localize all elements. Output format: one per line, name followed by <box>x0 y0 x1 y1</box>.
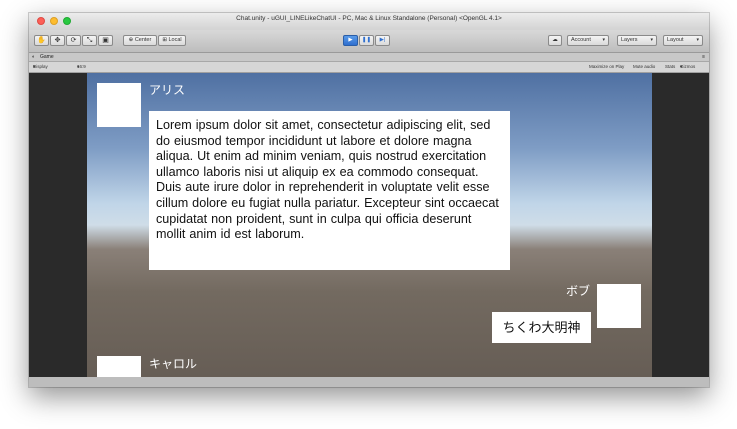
chat-canvas: アリス Lorem ipsum dolor sit amet, consecte… <box>87 73 652 377</box>
layout-dropdown[interactable]: Layout ▾ <box>663 35 703 46</box>
hand-tool-button[interactable]: ✋ <box>34 35 49 46</box>
step-button[interactable]: ▶| <box>375 35 390 46</box>
scale-icon: ⤡ <box>86 37 93 44</box>
unity-editor-window: Chat.unity - uGUI_LINELikeChatUI - PC, M… <box>29 13 709 387</box>
chevron-down-icon: ▾ <box>696 37 699 43</box>
rotate-tool-button[interactable]: ⟳ <box>66 35 81 46</box>
step-icon: ▶| <box>379 37 386 43</box>
sender-name: アリス <box>149 83 186 97</box>
tab-menu-icon[interactable]: ≡ <box>702 53 705 61</box>
layers-label: Layers <box>621 37 638 43</box>
game-view-header: ◐ Game ≡ Display 1 ▾ 16:9 ▾ Maximize on … <box>29 53 709 79</box>
local-icon: ⊞ <box>162 37 167 43</box>
maximize-on-play-toggle[interactable]: Maximize on Play <box>589 62 624 72</box>
avatar <box>597 284 641 328</box>
message-bubble: ちくわ大明神 <box>492 312 591 343</box>
play-button[interactable]: ▶ <box>343 35 358 46</box>
pivot-local-button[interactable]: ⊞ Local <box>158 35 186 46</box>
message-bubble: Lorem ipsum dolor sit amet, consectetur … <box>149 111 510 270</box>
game-icon: ◐ <box>32 54 36 60</box>
scale-tool-button[interactable]: ⤡ <box>82 35 97 46</box>
move-tool-button[interactable]: ✥ <box>50 35 65 46</box>
window-title: Chat.unity - uGUI_LINELikeChatUI - PC, M… <box>236 15 502 22</box>
aspect-label: 16:9 <box>77 64 86 69</box>
avatar <box>97 356 141 377</box>
sender-name: ボブ <box>566 284 591 298</box>
account-dropdown[interactable]: Account ▾ <box>567 35 609 46</box>
pivot-center-button[interactable]: ⊕ Center <box>123 35 157 46</box>
cloud-button[interactable]: ☁ <box>548 35 562 46</box>
layers-dropdown[interactable]: Layers ▾ <box>617 35 657 46</box>
main-toolbar: ✋ ✥ ⟳ ⤡ ▣ ⊕ Center ⊞ Local ▶ ❚❚ ▶| ☁ Acc… <box>29 30 709 53</box>
aspect-dropdown[interactable]: 16:9 ▾ <box>77 62 86 72</box>
rect-tool-button[interactable]: ▣ <box>98 35 113 46</box>
window-bottom-edge <box>29 377 709 387</box>
move-icon: ✥ <box>54 37 61 44</box>
game-view-controls: Display 1 ▾ 16:9 ▾ Maximize on Play Mute… <box>29 61 709 79</box>
mute-audio-toggle[interactable]: Mute audio <box>633 62 655 72</box>
gizmos-dropdown[interactable]: Gizmos ▾ <box>680 62 695 72</box>
rotate-icon: ⟳ <box>70 37 77 44</box>
pause-icon: ❚❚ <box>361 37 372 43</box>
gizmos-label: Gizmos <box>680 64 696 69</box>
display-dropdown[interactable]: Display 1 ▾ <box>33 62 48 79</box>
chevron-down-icon: ▾ <box>650 37 653 43</box>
rect-icon: ▣ <box>102 37 109 44</box>
account-label: Account <box>571 37 591 43</box>
game-view: アリス Lorem ipsum dolor sit amet, consecte… <box>29 73 709 377</box>
stats-toggle[interactable]: Stats <box>665 62 675 72</box>
cloud-icon: ☁ <box>552 37 558 43</box>
pivot-icon: ⊕ <box>128 37 134 43</box>
play-icon: ▶ <box>348 37 353 43</box>
avatar <box>97 83 141 127</box>
pause-button[interactable]: ❚❚ <box>359 35 374 46</box>
center-label: Center <box>134 37 152 43</box>
game-tab-label: Game <box>40 54 54 60</box>
local-label: Local <box>168 37 182 43</box>
game-tab[interactable]: ◐ Game ≡ <box>29 53 709 61</box>
title-bar: Chat.unity - uGUI_LINELikeChatUI - PC, M… <box>29 13 709 31</box>
sender-name: キャロル <box>149 357 198 371</box>
layout-label: Layout <box>667 37 684 43</box>
hand-icon: ✋ <box>37 37 46 44</box>
chevron-down-icon: ▾ <box>602 37 605 43</box>
